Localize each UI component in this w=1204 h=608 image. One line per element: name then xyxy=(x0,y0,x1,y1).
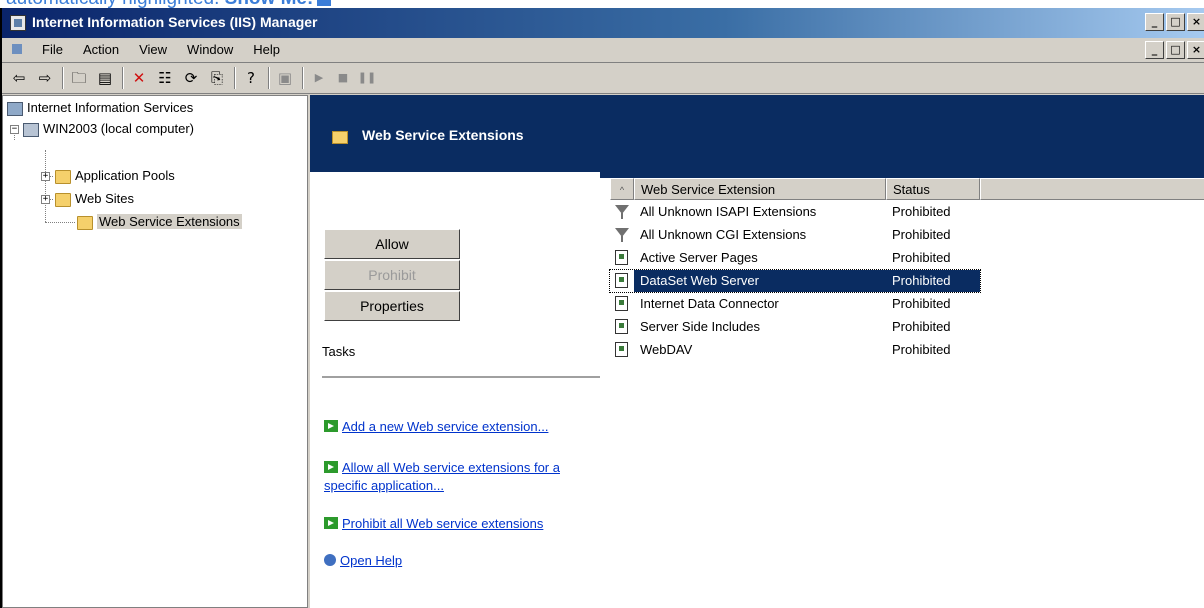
caption-bar: automatically highlighted. Show Me! xyxy=(0,0,1204,8)
allow-button[interactable]: Allow xyxy=(324,229,460,259)
filter-icon xyxy=(615,205,629,219)
properties-icon[interactable]: ☷ xyxy=(154,67,176,89)
up-folder-icon[interactable]: 🗀 xyxy=(68,67,90,89)
expand-web-sites-toggle[interactable]: + xyxy=(41,195,50,204)
mmc-system-menu-icon[interactable] xyxy=(10,42,26,58)
prohibit-button[interactable]: Prohibit xyxy=(324,260,460,290)
list-item[interactable]: Active Server Pages Prohibited xyxy=(610,247,980,269)
stop-icon[interactable]: ■ xyxy=(332,67,354,89)
title-bar: Internet Information Services (IIS) Mana… xyxy=(2,8,1204,38)
tree-root-iis[interactable]: Internet Information Services xyxy=(7,98,193,118)
back-arrow-icon[interactable]: ⇦ xyxy=(8,67,30,89)
details-pane: Web Service Extensions Allow Prohibit Pr… xyxy=(310,95,1204,608)
page-title: Web Service Extensions xyxy=(362,127,524,143)
extension-page-icon xyxy=(615,273,628,288)
allow-all-for-application-link[interactable]: Allow all Web service extensions for a s… xyxy=(324,459,594,495)
close-button[interactable]: × xyxy=(1187,13,1204,31)
menu-file[interactable]: File xyxy=(32,42,73,57)
forward-arrow-icon[interactable]: ⇨ xyxy=(34,67,56,89)
menu-window[interactable]: Window xyxy=(177,42,243,57)
menu-action[interactable]: Action xyxy=(73,42,129,57)
console-tree: Internet Information Services − WIN2003 … xyxy=(2,95,308,608)
extension-page-icon xyxy=(615,250,628,265)
iis-app-icon xyxy=(10,15,26,31)
actions-panel: Allow Prohibit Properties Tasks Add a ne… xyxy=(310,172,602,608)
list-item[interactable]: All Unknown ISAPI Extensions Prohibited xyxy=(610,201,980,223)
list-item[interactable]: Internet Data Connector Prohibited xyxy=(610,293,980,315)
minimize-button[interactable]: _ xyxy=(1145,13,1164,31)
column-header-extension[interactable]: Web Service Extension xyxy=(634,178,886,200)
list-item-selected[interactable]: DataSet Web Server Prohibited xyxy=(609,269,981,293)
menu-help[interactable]: Help xyxy=(243,42,290,57)
help-icon[interactable]: ? xyxy=(240,67,262,89)
tree-node-application-pools[interactable]: Application Pools xyxy=(55,166,175,186)
child-minimize-button[interactable]: _ xyxy=(1145,41,1164,59)
list-header: ^ Web Service Extension Status xyxy=(610,178,1204,200)
column-header-status[interactable]: Status xyxy=(886,178,980,200)
show-me-icon xyxy=(317,0,332,6)
task-arrow-icon xyxy=(324,461,338,473)
filter-icon xyxy=(615,228,629,242)
tree-node-web-service-extensions[interactable]: Web Service Extensions xyxy=(77,212,242,232)
list-item[interactable]: All Unknown CGI Extensions Prohibited xyxy=(610,224,980,246)
iis-icon xyxy=(7,101,23,116)
child-close-button[interactable]: × xyxy=(1187,41,1204,59)
folder-icon xyxy=(332,131,348,144)
sort-column-header[interactable]: ^ xyxy=(610,178,634,200)
console-icon[interactable]: ▣ xyxy=(274,67,296,89)
pause-icon[interactable]: ❚❚ xyxy=(356,67,378,89)
tasks-divider xyxy=(322,376,602,378)
column-header-filler xyxy=(980,178,1204,200)
computer-icon xyxy=(23,122,39,137)
open-help-link[interactable]: Open Help xyxy=(324,552,594,570)
tasks-label: Tasks xyxy=(322,344,356,359)
expand-application-pools-toggle[interactable]: + xyxy=(41,172,50,181)
extensions-list: ^ Web Service Extension Status All Unkno… xyxy=(600,178,1204,608)
menu-bar: File Action View Window Help _ □ × xyxy=(2,38,1204,63)
caption-text: automatically highlighted. Show Me! xyxy=(6,0,332,8)
list-item[interactable]: Server Side Includes Prohibited xyxy=(610,316,980,338)
folder-icon xyxy=(77,215,93,230)
export-list-icon[interactable]: ⎘ xyxy=(206,67,228,89)
help-info-icon xyxy=(324,554,336,566)
child-restore-button[interactable]: □ xyxy=(1166,41,1185,59)
properties-button[interactable]: Properties xyxy=(324,291,460,321)
folder-icon xyxy=(55,192,71,207)
add-extension-link[interactable]: Add a new Web service extension... xyxy=(324,418,594,436)
tree-node-web-sites[interactable]: Web Sites xyxy=(55,189,134,209)
play-icon[interactable]: ▶ xyxy=(308,67,330,89)
list-item[interactable]: WebDAV Prohibited xyxy=(610,339,980,361)
extension-page-icon xyxy=(615,296,628,311)
extension-page-icon xyxy=(615,319,628,334)
show-hide-tree-icon[interactable]: ▤ xyxy=(94,67,116,89)
iis-manager-window: Internet Information Services (IIS) Mana… xyxy=(0,8,1204,608)
extension-page-icon xyxy=(615,342,628,357)
toolbar: ⇦ ⇨ 🗀 ▤ ✕ ☷ ⟳ ⎘ ? ▣ ▶ ■ ❚❚ xyxy=(2,63,1204,94)
maximize-button[interactable]: □ xyxy=(1166,13,1185,31)
collapse-computer-toggle[interactable]: − xyxy=(10,125,19,134)
show-me-link[interactable]: Show Me! xyxy=(225,0,314,8)
folder-icon xyxy=(55,169,71,184)
tree-node-computer[interactable]: WIN2003 (local computer) xyxy=(23,119,194,139)
menu-view[interactable]: View xyxy=(129,42,177,57)
window-title: Internet Information Services (IIS) Mana… xyxy=(32,14,318,30)
delete-icon[interactable]: ✕ xyxy=(128,67,150,89)
task-arrow-icon xyxy=(324,420,338,432)
prohibit-all-link[interactable]: Prohibit all Web service extensions xyxy=(324,515,594,533)
refresh-icon[interactable]: ⟳ xyxy=(180,67,202,89)
task-arrow-icon xyxy=(324,517,338,529)
